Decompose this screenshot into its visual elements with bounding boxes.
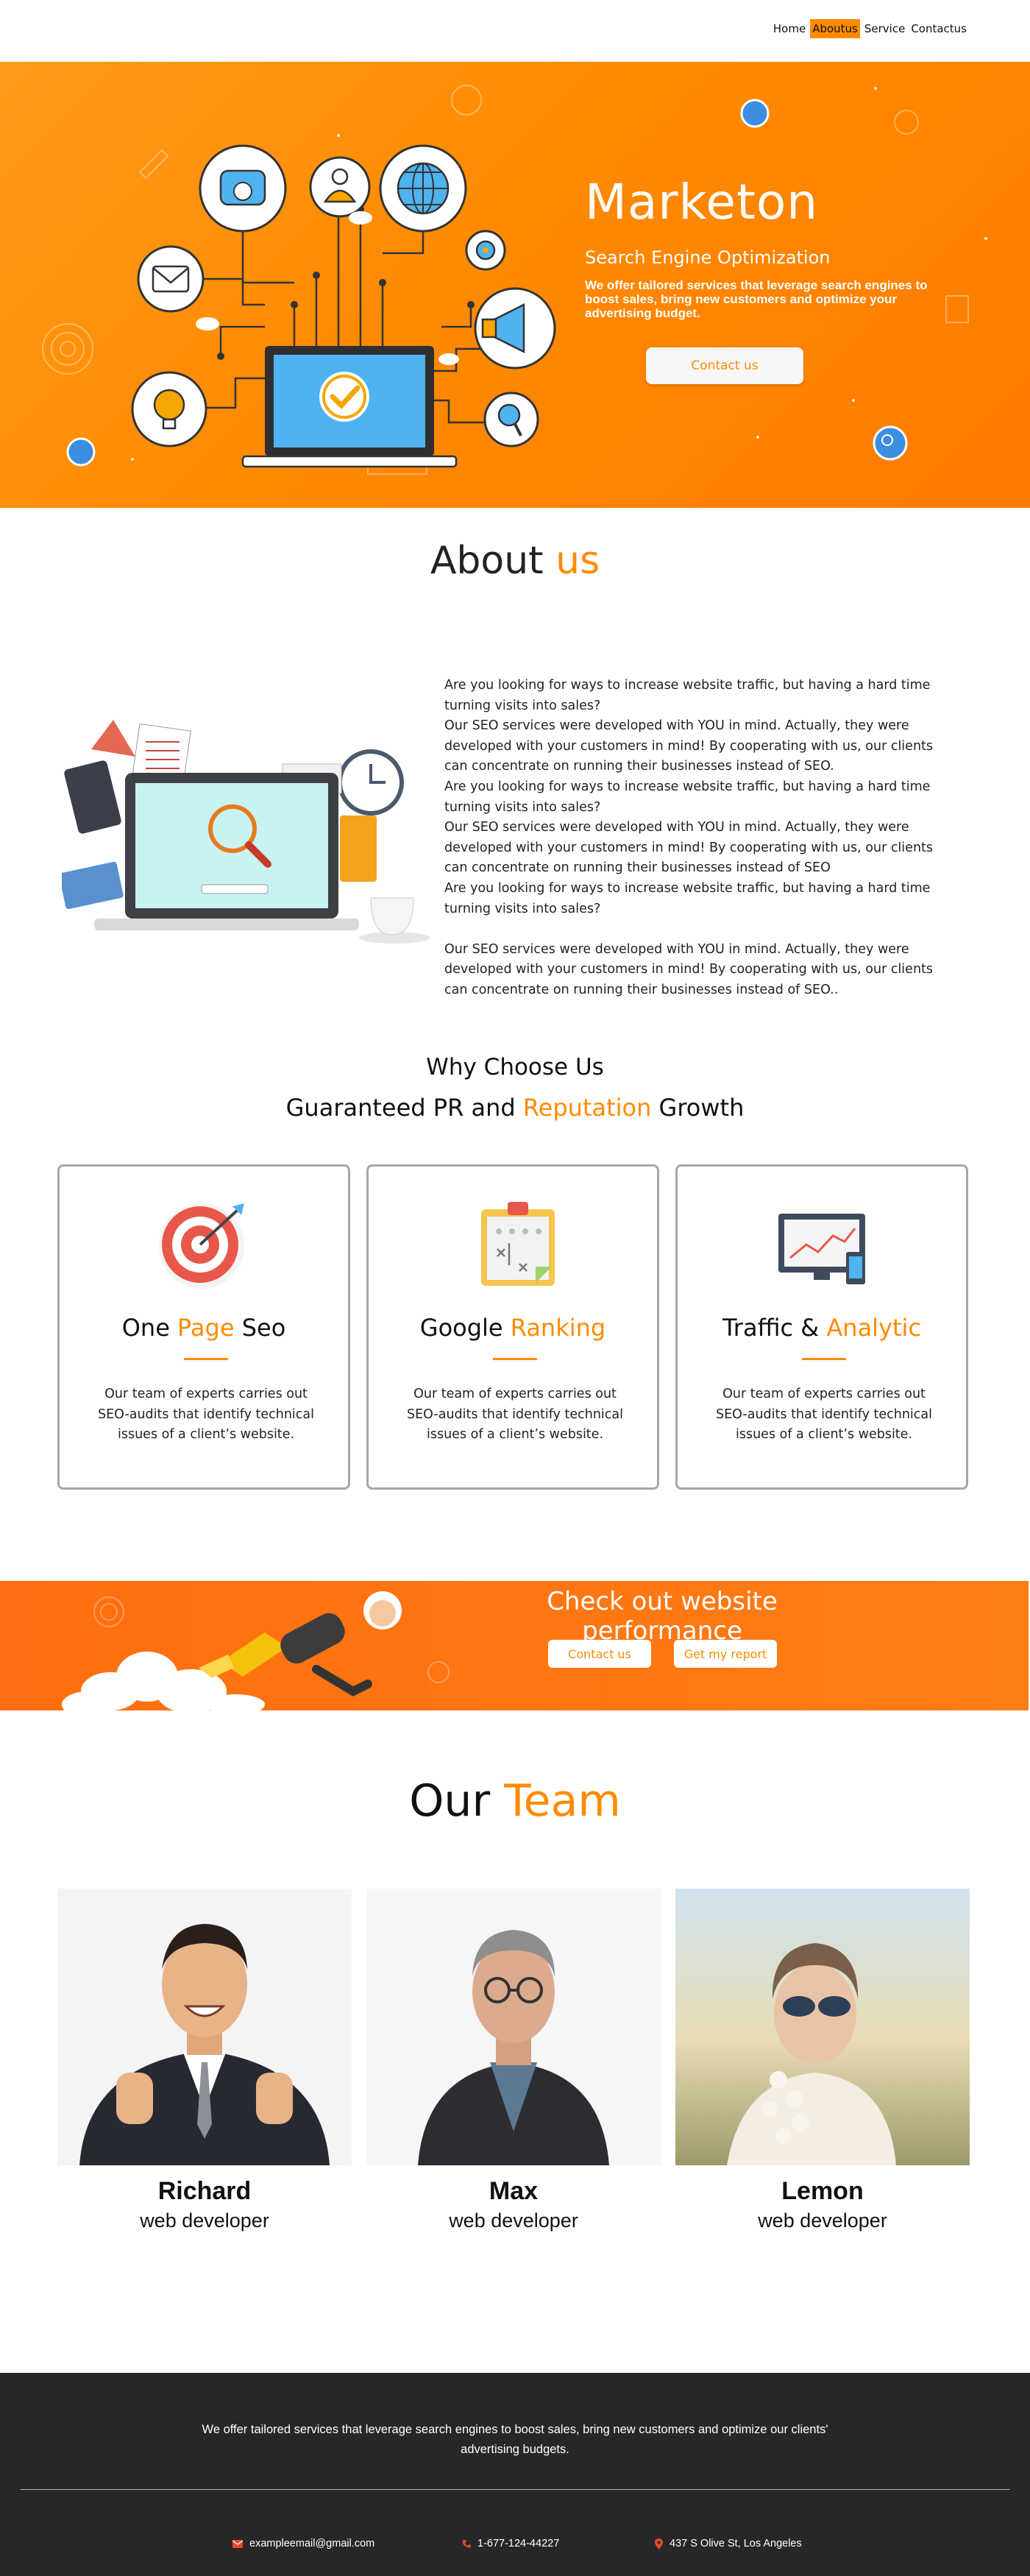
service-card-analytic: Traffic & Analytic Our team of experts c… [675, 1164, 968, 1490]
phone-icon [462, 2539, 471, 2547]
top-navbar: Home Aboutus Service Contactus [0, 0, 1030, 62]
footer-email[interactable]: exampleemail@gmail.com [232, 2538, 374, 2550]
footer-phone[interactable]: 1-677-124-44227 [462, 2538, 559, 2550]
performance-banner: Check out website performance Contact us… [0, 1581, 1029, 1710]
seo-laptop-illustration [62, 720, 430, 944]
team-title: Our Team [0, 1775, 1030, 1827]
about-paragraph: Our SEO services were developed with YOU… [444, 820, 934, 876]
hero-title: Marketon [585, 174, 819, 230]
nav-item-home[interactable]: Home [772, 19, 807, 38]
footer: We offer tailored services that leverage… [0, 2373, 1030, 2576]
footer-email-text: exampleemail@gmail.com [249, 2538, 375, 2550]
team-title-main: Our [409, 1775, 491, 1827]
banner-contact-button[interactable]: Contact us [548, 1640, 651, 1668]
nav-menu: Home Aboutus Service Contactus [772, 19, 968, 38]
hero-contact-button[interactable]: Contact us [646, 347, 803, 384]
card-text: Our team of experts carries out SEO-audi… [407, 1387, 623, 1442]
card-text: Our team of experts carries out SEO-audi… [716, 1387, 932, 1442]
member-role: web developer [758, 2209, 887, 2232]
card-divider [493, 1358, 537, 1360]
get-report-button[interactable]: Get my report [674, 1640, 777, 1668]
why-subtitle-pre: Guaranteed PR and [285, 1094, 523, 1122]
nav-item-contactus[interactable]: Contactus [909, 19, 968, 38]
footer-divider [21, 2489, 1009, 2490]
member-name: Richard [157, 2177, 252, 2205]
hero-description: We offer tailored services that leverage… [585, 278, 928, 320]
about-paragraph: Are you looking for ways to increase web… [444, 678, 931, 713]
about-paragraph: Our SEO services were developed with YOU… [444, 718, 934, 774]
hero-section: Marketon Search Engine Optimization We o… [0, 62, 1030, 508]
about-text: Are you looking for ways to increase web… [444, 676, 959, 1001]
envelope-icon [232, 2539, 243, 2548]
performance-title: Check out website performance [547, 1587, 778, 1646]
about-paragraph: Are you looking for ways to increase web… [444, 880, 931, 916]
about-title-accent: us [555, 539, 600, 583]
about-title-main: About [430, 539, 544, 583]
analytics-icon [678, 1196, 966, 1292]
service-card-onepage: One Page Seo Our team of experts carries… [57, 1164, 350, 1490]
nav-item-aboutus[interactable]: Aboutus [810, 19, 860, 38]
nav-item-service[interactable]: Service [863, 19, 906, 38]
card-title: Google Ranking [419, 1314, 606, 1342]
card-title: Traffic & Analytic [722, 1314, 922, 1342]
member-photo [366, 1889, 661, 2165]
card-title: One Page Seo [121, 1314, 286, 1342]
card-divider [802, 1358, 846, 1360]
footer-address-text: 437 S Olive St, Los Angeles [670, 2538, 802, 2550]
why-title: Why Choose Us [426, 1054, 604, 1080]
card-text: Our team of experts carries out SEO-audi… [98, 1387, 314, 1442]
card-divider [184, 1358, 228, 1360]
location-pin-icon [655, 2538, 663, 2550]
hero-subtitle: Search Engine Optimization [585, 247, 831, 268]
about-paragraph: Are you looking for ways to increase web… [444, 779, 931, 815]
team-title-accent: Team [504, 1775, 621, 1827]
about-title: About us [0, 539, 1030, 583]
member-photo [57, 1889, 352, 2165]
why-subtitle: Guaranteed PR and Reputation Growth [0, 1094, 1030, 1122]
member-role: web developer [449, 2209, 578, 2232]
why-subtitle-accent: Reputation [522, 1094, 652, 1122]
target-icon [60, 1196, 348, 1292]
rocket-man-illustration [62, 1591, 450, 1710]
about-paragraph: Our SEO services were developed with YOU… [444, 941, 934, 997]
footer-text: We offer tailored services that leverage… [202, 2423, 828, 2456]
member-photo [675, 1889, 970, 2165]
clipboard-icon [369, 1196, 657, 1292]
why-subtitle-post: Growth [651, 1094, 745, 1122]
footer-address[interactable]: 437 S Olive St, Los Angeles [655, 2538, 802, 2550]
footer-phone-text: 1-677-124-44227 [477, 2538, 560, 2550]
member-name: Max [489, 2177, 539, 2205]
member-name: Lemon [781, 2177, 864, 2205]
member-role: web developer [140, 2209, 269, 2232]
service-card-ranking: Google Ranking Our team of experts carri… [366, 1164, 659, 1490]
